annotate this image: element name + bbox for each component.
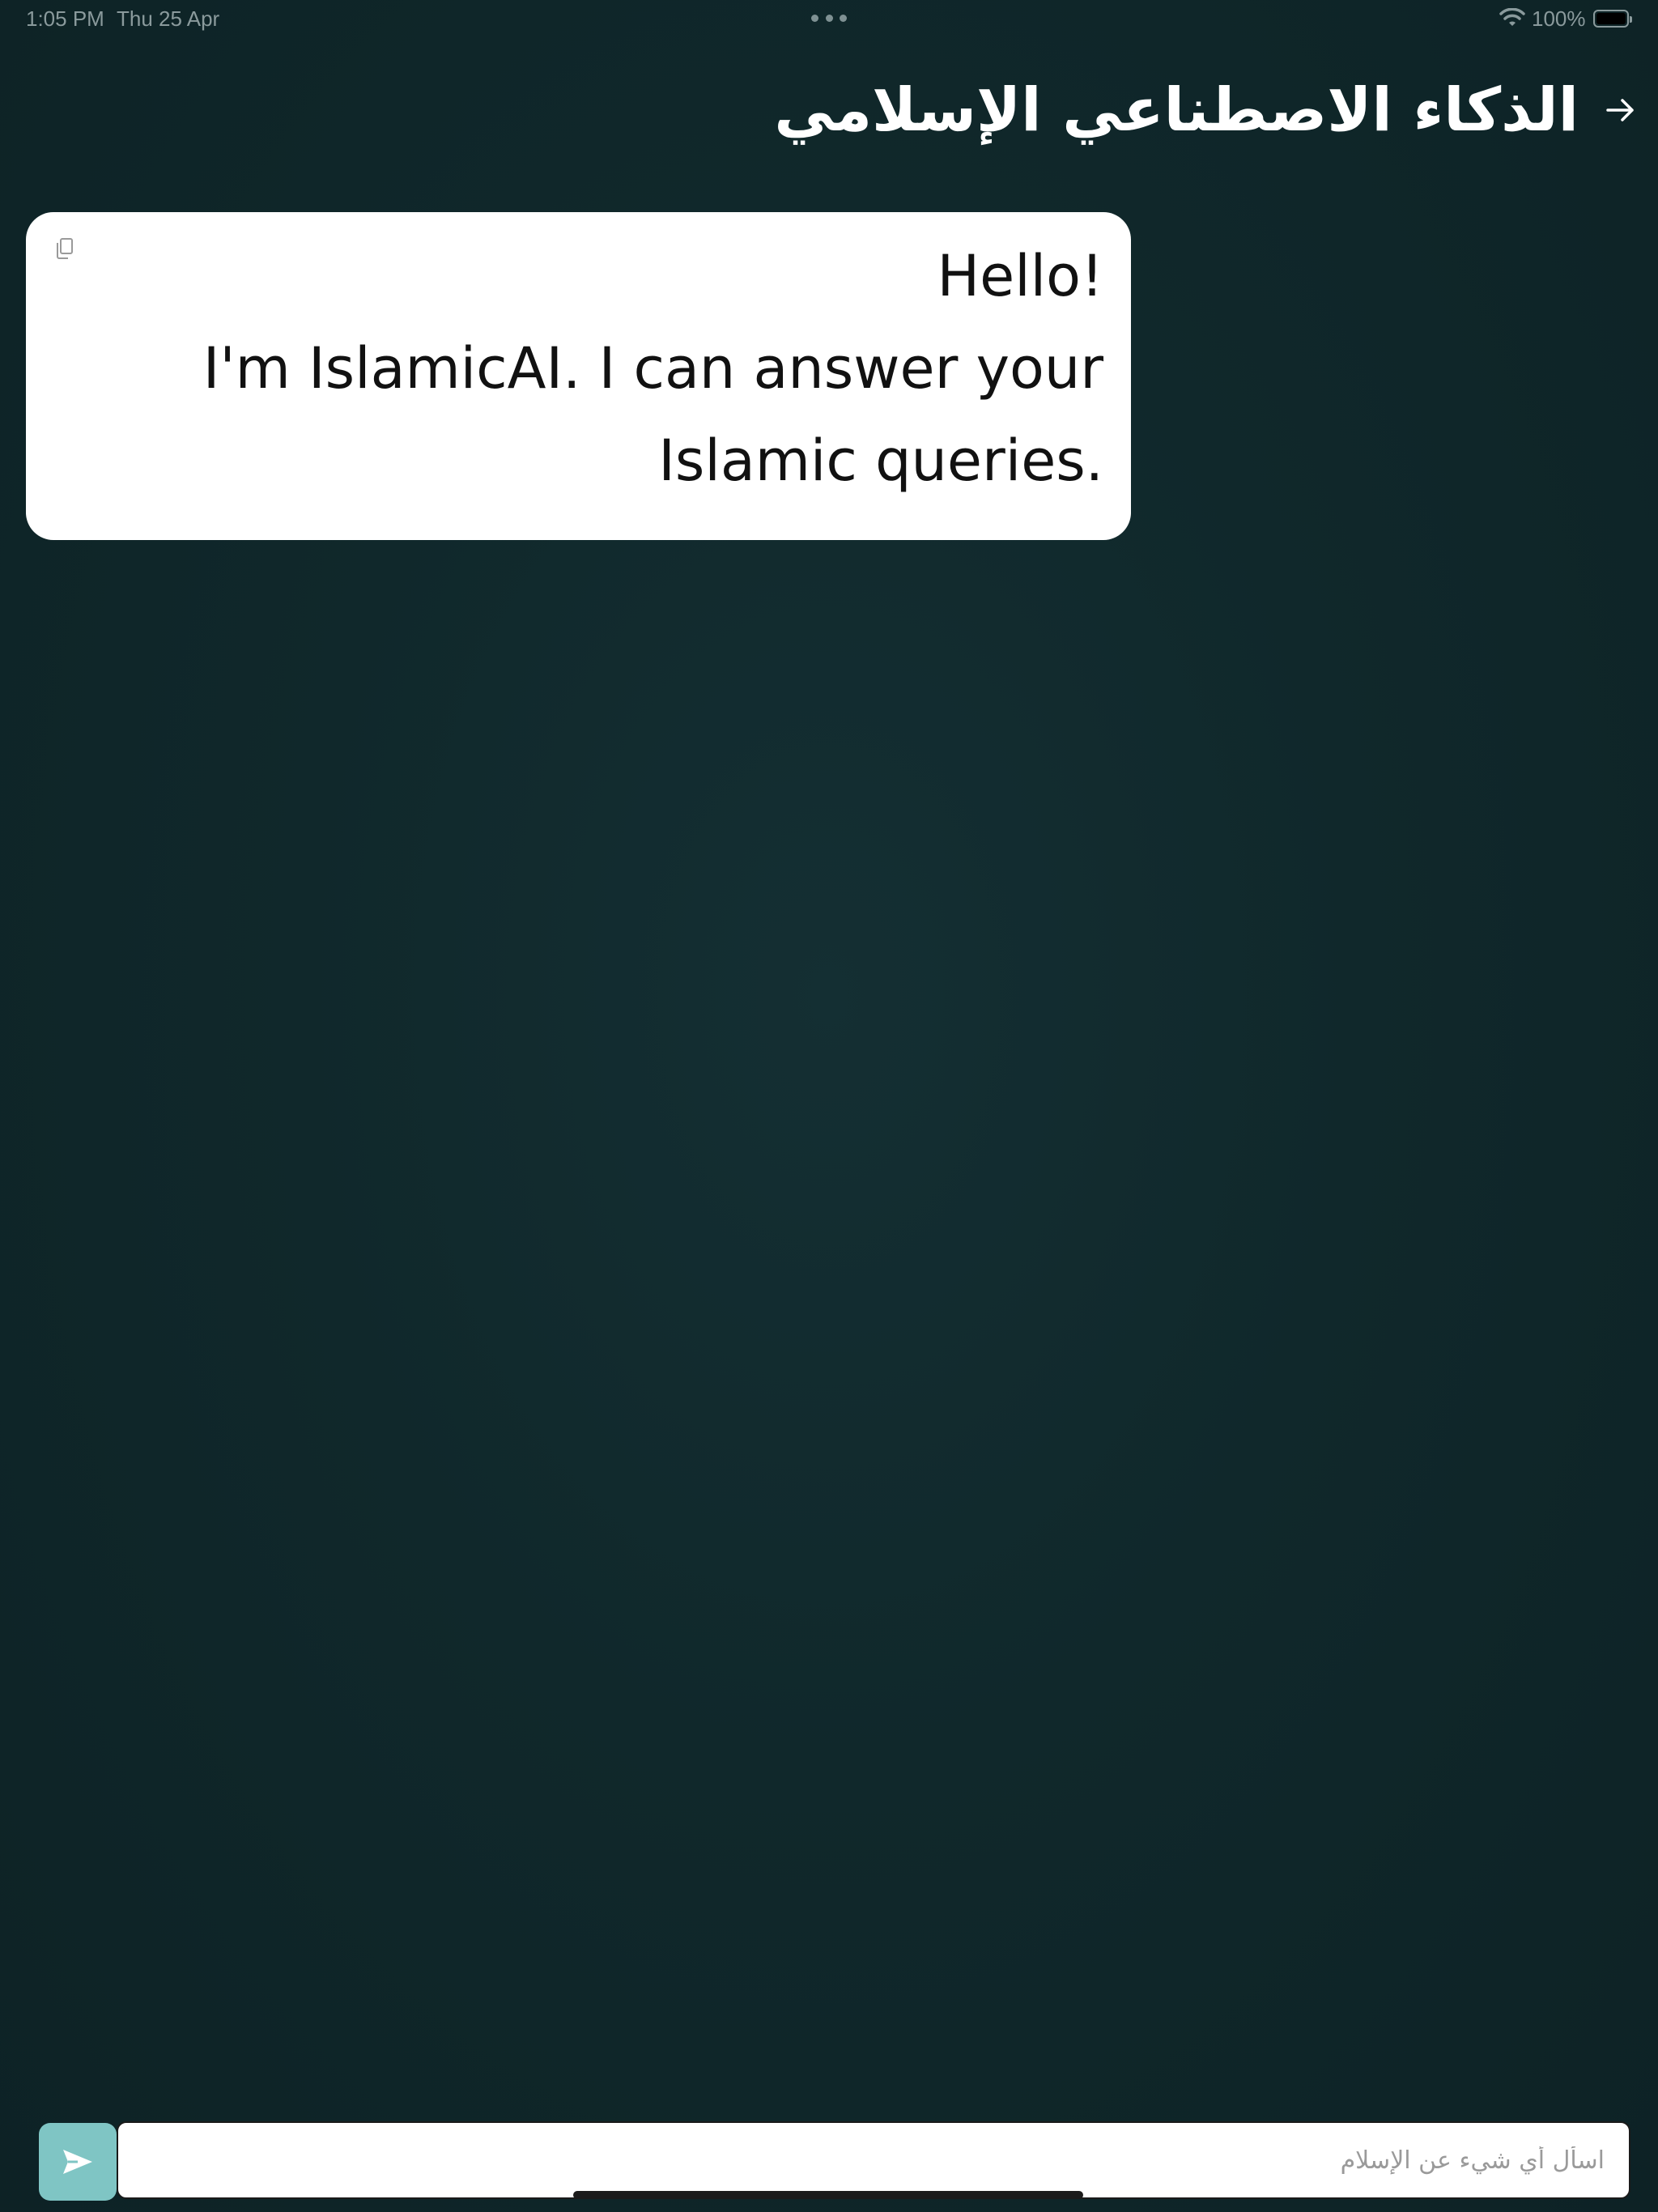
wifi-icon <box>1499 8 1525 26</box>
message-line: .Islamic queries <box>658 428 1103 494</box>
status-bar: 1:05 PM Thu 25 Apr 100% <box>0 0 1658 39</box>
send-icon <box>63 2150 92 2174</box>
more-dots-icon[interactable] <box>811 15 847 23</box>
arrow-right-icon <box>1606 99 1634 121</box>
message-line: I'm IslamicAI. I can answer your <box>202 335 1103 402</box>
assistant-message-bubble: !Hello I'm IslamicAI. I can answer your … <box>26 212 1131 540</box>
battery-percent: 100% <box>1532 6 1586 31</box>
send-button[interactable] <box>39 2123 117 2201</box>
battery-fill <box>1596 13 1626 24</box>
status-date: Thu 25 Apr <box>117 6 220 31</box>
home-indicator <box>573 2191 1083 2199</box>
message-line: !Hello <box>937 243 1104 309</box>
back-button[interactable] <box>1600 89 1642 131</box>
battery-icon <box>1593 10 1632 28</box>
status-time: 1:05 PM <box>26 6 104 31</box>
page-title: الذكاء الاصطناعي الإسلامي <box>774 75 1579 145</box>
message-input[interactable] <box>117 2121 1630 2199</box>
header: الذكاء الاصطناعي الإسلامي <box>0 65 1658 162</box>
message-text: !Hello I'm IslamicAI. I can answer your … <box>67 230 1103 507</box>
